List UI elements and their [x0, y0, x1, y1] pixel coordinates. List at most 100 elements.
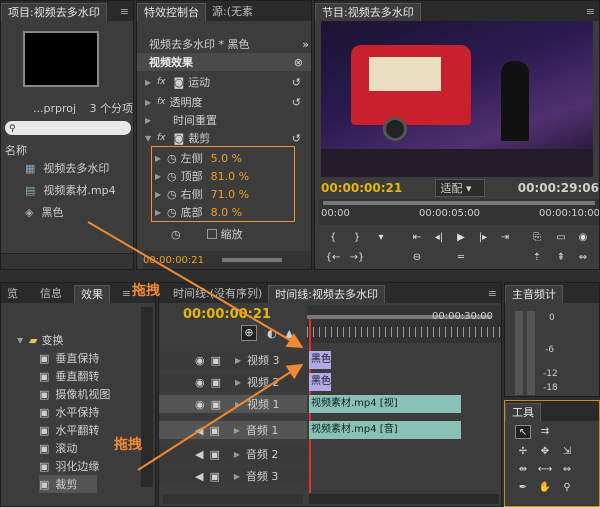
mark-in-icon[interactable]: { — [325, 231, 341, 245]
jog-icon[interactable]: ⊖ — [409, 251, 425, 265]
safe-margins-icon[interactable]: ▭ — [553, 231, 569, 245]
tab-project[interactable]: 项目:视频去多水印 — [1, 3, 107, 21]
tab-effect-controls[interactable]: 特效控制台 — [137, 3, 206, 21]
eye-icon[interactable]: ◉ — [195, 376, 205, 389]
crop-bottom-value[interactable]: 8.0 % — [211, 206, 242, 219]
crop-right-value[interactable]: 71.0 % — [211, 188, 249, 201]
track-audio-3[interactable]: ◀ ▣ ▶ 音频 3 — [159, 467, 307, 485]
slide-icon[interactable]: ⇔ — [559, 463, 575, 477]
track-audio-1[interactable]: ◀ ▣ ▶ 音频 1 — [159, 421, 307, 439]
clip-audio-a1[interactable]: 视频素材.mp4 [音] — [309, 421, 461, 439]
razor-icon[interactable]: ⇹ — [515, 463, 531, 477]
tab-effects[interactable]: 效果 — [74, 285, 110, 303]
tab-source[interactable]: 源:(无素 — [206, 3, 259, 21]
list-item[interactable]: ▦ 视频去多水印 — [25, 159, 109, 177]
list-item[interactable]: ◈ 黑色 — [25, 203, 63, 221]
frame-forward-icon[interactable]: |▸ — [475, 231, 491, 245]
rate-stretch-icon[interactable]: ⇲ — [559, 445, 575, 459]
track-video-3[interactable]: ◉ ▣ ▶ 视频 3 — [159, 351, 307, 369]
panel-menu-icon[interactable]: ≡ — [488, 287, 497, 300]
tab-timeline-none[interactable]: 时间线:(没有序列) — [167, 285, 268, 303]
clip-black-v2[interactable]: 黑色 — [309, 373, 331, 391]
crop-left-value[interactable]: 5.0 % — [211, 152, 242, 165]
timeline-ruler[interactable]: 00:00:30:00 — [307, 305, 501, 343]
panel-menu-icon[interactable]: ≡ — [122, 287, 131, 300]
stopwatch-icon[interactable]: ◷ — [167, 170, 177, 183]
group-transform[interactable]: ▼ ▰ 变换 — [17, 331, 63, 349]
rolling-edit-icon[interactable]: ✥ — [537, 445, 553, 459]
zoom-checkbox[interactable] — [206, 229, 217, 239]
marker-add-icon[interactable]: ◐ — [267, 327, 277, 340]
pen-icon[interactable]: ✒ — [515, 481, 531, 495]
panel-menu-icon[interactable]: ≡ — [586, 5, 595, 18]
tab-browser[interactable]: 览 — [1, 285, 24, 303]
lift-icon[interactable]: ⇡ — [529, 251, 545, 265]
mark-out-icon[interactable]: } — [349, 231, 365, 245]
crop-right-row[interactable]: ▶ ◷ 右侧 71.0 % — [155, 185, 249, 203]
ec-timecode[interactable]: 00:00:00:21 — [143, 255, 204, 266]
list-item[interactable]: ▤ 视频素材.mp4 — [25, 181, 116, 199]
timeline-hscroll[interactable] — [309, 494, 499, 504]
monitor-ruler[interactable]: 00:00 00:00:05:00 00:00:10:00 — [319, 199, 599, 225]
ripple-edit-icon[interactable]: ✢ — [515, 445, 531, 459]
snap-icon[interactable]: ⊕ — [241, 325, 257, 341]
list-item[interactable]: ▣ 水平保持 — [39, 403, 99, 421]
list-item[interactable]: ▣ 水平翻转 — [39, 421, 99, 439]
effects-scrollbar[interactable] — [141, 307, 153, 487]
expand-icon[interactable]: » — [302, 38, 309, 51]
panel-menu-icon[interactable]: ≡ — [120, 5, 129, 18]
track-video-2[interactable]: ◉ ▣ ▶ 视频 2 — [159, 373, 307, 391]
zoom-tool-icon[interactable]: ⚲ — [559, 481, 575, 495]
zoom-row[interactable]: ◷ 缩放 — [171, 225, 243, 243]
marker-icon[interactable]: ▾ — [373, 231, 389, 245]
tab-tools[interactable]: 工具 — [505, 403, 541, 421]
list-item[interactable]: ▣ 垂直翻转 — [39, 367, 99, 385]
tab-program[interactable]: 节目:视频去多水印 — [315, 3, 421, 21]
speaker-icon[interactable]: ◀ — [195, 448, 203, 461]
collapse-icon[interactable]: ⊗ — [294, 56, 303, 69]
effect-time-remap[interactable]: ▶ 时间重置 — [145, 111, 309, 129]
trim-icon[interactable]: ⇔ — [575, 251, 591, 265]
speaker-icon[interactable]: ◀ — [195, 424, 203, 437]
effect-motion[interactable]: ▶ fx ◙ 运动 ↺ — [145, 73, 309, 91]
hand-icon[interactable]: ✋ — [537, 481, 553, 495]
list-item[interactable]: ▣ 垂直保持 — [39, 349, 99, 367]
eye-icon[interactable]: ◉ — [195, 398, 205, 411]
track-select-icon[interactable]: ⇉ — [537, 425, 553, 439]
list-item[interactable]: ▣ 羽化边缘 — [39, 457, 99, 475]
effect-opacity[interactable]: ▶ fx 透明度 ↺ — [145, 93, 309, 111]
play-icon[interactable]: ▶ — [453, 231, 469, 245]
list-item[interactable]: ▣ 滚动 — [39, 439, 77, 457]
clip-black-v3[interactable]: 黑色 — [309, 351, 331, 369]
track-audio-2[interactable]: ◀ ▣ ▶ 音频 2 — [159, 445, 307, 463]
step-back-icon[interactable]: ⇤ — [409, 231, 425, 245]
goto-out-icon[interactable]: →} — [349, 251, 365, 265]
stopwatch-icon[interactable]: ◷ — [167, 206, 177, 219]
list-item-crop[interactable]: ▣ 裁剪 — [39, 475, 98, 493]
keyframe-icon[interactable]: ▲ — [285, 327, 293, 340]
step-forward-icon[interactable]: ⇥ — [497, 231, 513, 245]
current-timecode[interactable]: 00:00:00:21 — [321, 181, 402, 195]
reset-icon[interactable]: ↺ — [292, 132, 301, 145]
speaker-icon[interactable]: ◀ — [195, 470, 203, 483]
shuttle-icon[interactable]: ═ — [453, 251, 469, 265]
search-input[interactable]: ⚲ — [5, 121, 131, 135]
effect-crop[interactable]: ▼ fx ◙ 裁剪 ↺ — [145, 129, 309, 147]
goto-in-icon[interactable]: {← — [325, 251, 341, 265]
tab-timeline-active[interactable]: 时间线:视频去多水印 — [268, 285, 386, 303]
stopwatch-icon[interactable]: ◷ — [167, 152, 177, 165]
reset-icon[interactable]: ↺ — [292, 76, 301, 89]
timeline-timecode[interactable]: 00:00:00:21 — [183, 305, 271, 323]
slip-icon[interactable]: ⟷ — [537, 463, 553, 477]
track-video-1[interactable]: ◉ ▣ ▶ 视频 1 — [159, 395, 307, 413]
crop-left-row[interactable]: ▶ ◷ 左侧 5.0 % — [155, 149, 242, 167]
crop-bottom-row[interactable]: ▶ ◷ 底部 8.0 % — [155, 203, 242, 221]
frame-back-icon[interactable]: ◂| — [431, 231, 447, 245]
export-frame-icon[interactable]: ⎘ — [529, 231, 545, 245]
zoom-slider[interactable] — [222, 258, 283, 262]
clip-video-v1[interactable]: 视频素材.mp4 [视] — [309, 395, 461, 413]
column-name-header[interactable]: 名称 — [5, 141, 27, 159]
crop-top-row[interactable]: ▶ ◷ 顶部 81.0 % — [155, 167, 249, 185]
selection-tool-icon[interactable]: ↖ — [515, 425, 531, 439]
list-item[interactable]: ▣ 摄像机视图 — [39, 385, 110, 403]
